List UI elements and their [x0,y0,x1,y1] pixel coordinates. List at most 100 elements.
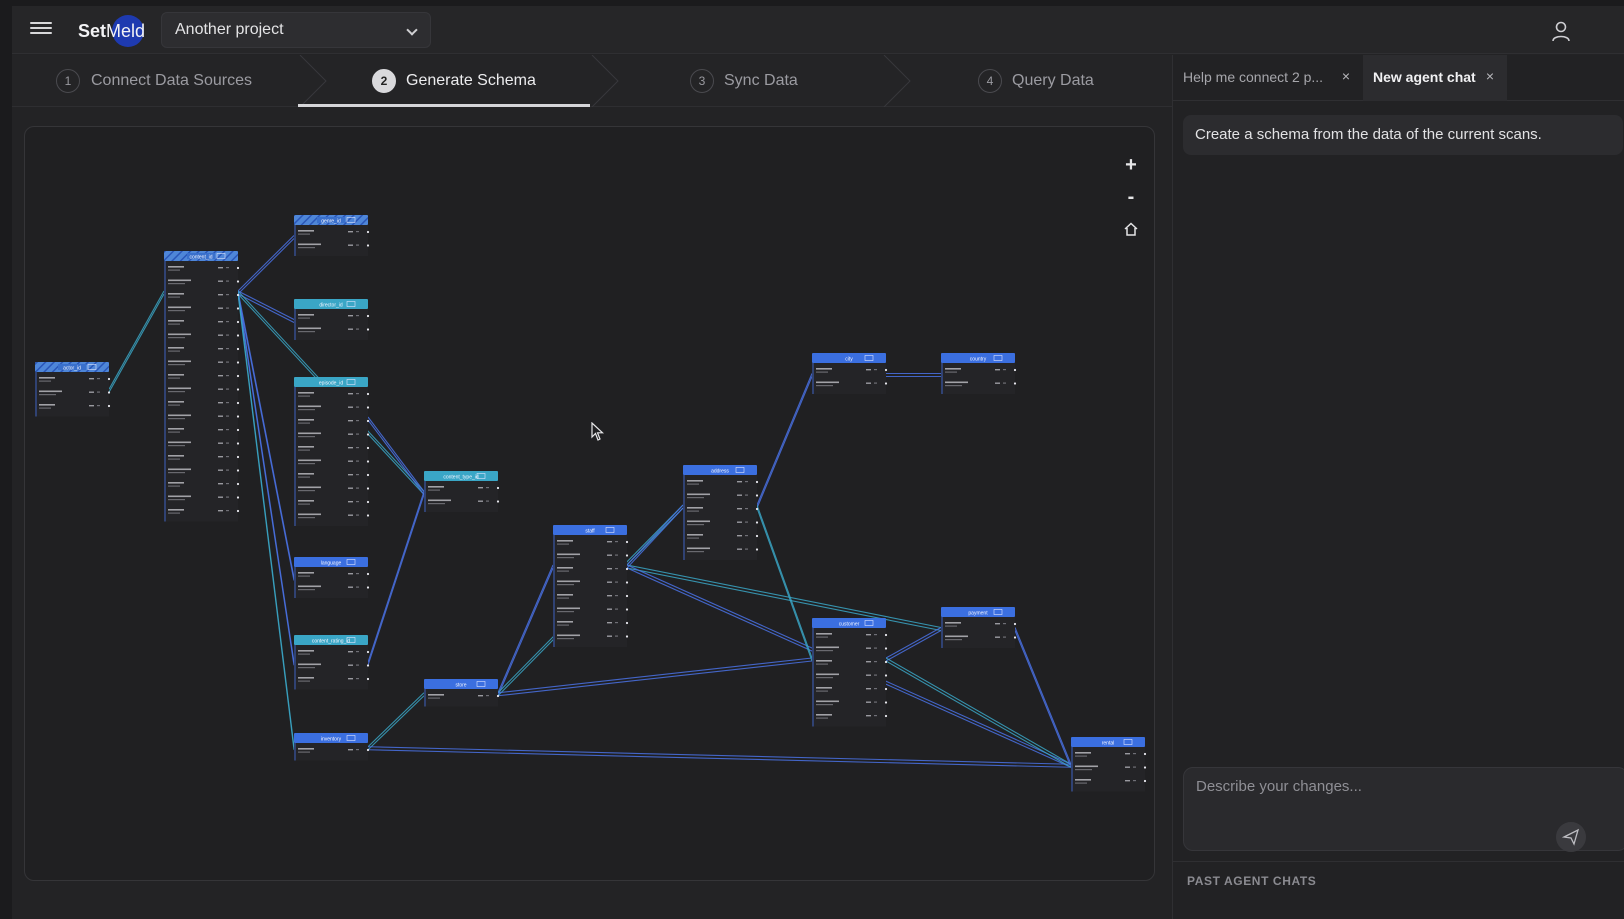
column-handle[interactable] [755,521,759,524]
close-icon[interactable]: × [1339,69,1353,83]
table-language[interactable]: language [294,557,370,598]
table-customer[interactable]: customer [812,618,888,727]
zoom-in-button[interactable]: + [1119,153,1143,177]
column-handle[interactable] [107,391,111,394]
column-handle[interactable] [884,368,888,372]
column-handle[interactable] [366,419,370,423]
column-handle[interactable] [884,701,888,704]
menu-icon[interactable] [30,19,52,39]
table-address[interactable]: address [683,465,759,560]
column-handle[interactable] [366,460,370,463]
tab-new-agent-chat[interactable]: New agent chat × [1363,55,1507,101]
column-handle[interactable] [366,650,370,654]
column-handle[interactable] [366,664,370,667]
column-handle[interactable] [625,635,629,638]
user-icon[interactable] [1550,20,1572,42]
table-inventory[interactable]: inventory [294,733,370,761]
column-handle[interactable] [236,509,240,513]
column-handle[interactable] [1143,766,1147,769]
column-handle[interactable] [236,442,240,445]
table-content_rating_id[interactable]: content_rating_id [294,635,370,690]
column-handle[interactable] [236,455,240,459]
column-handle[interactable] [107,404,111,408]
home-icon[interactable] [1123,221,1139,237]
column-handle[interactable] [755,548,759,551]
schema-canvas[interactable]: actor_id content_id genre_id director_idepi… [24,126,1155,881]
column-handle[interactable] [366,500,370,504]
column-handle[interactable] [366,314,370,318]
column-handle[interactable] [1143,779,1147,783]
column-handle[interactable] [366,446,370,450]
column-handle[interactable] [625,567,629,571]
column-handle[interactable] [236,401,240,405]
column-handle[interactable] [884,687,888,691]
column-handle[interactable] [236,415,240,418]
chat-composer[interactable]: Describe your changes... [1183,767,1624,852]
column-handle[interactable] [366,392,370,396]
column-handle[interactable] [236,334,240,337]
table-content_type_id[interactable]: content_type_id [424,471,500,512]
column-handle[interactable] [1143,752,1147,756]
column-handle[interactable] [366,473,370,477]
step-query-data[interactable]: 4 Query Data [978,55,1118,107]
column-handle[interactable] [366,514,370,517]
step-connect-data-sources[interactable]: 1 Connect Data Sources [56,55,306,107]
column-handle[interactable] [236,469,240,472]
table-rental[interactable]: rental [1071,737,1147,792]
column-handle[interactable] [366,244,370,247]
column-handle[interactable] [496,694,500,698]
column-handle[interactable] [884,714,888,718]
table-country[interactable]: country [941,353,1017,394]
step-sync-data[interactable]: 3 Sync Data [690,55,830,107]
column-handle[interactable] [1013,636,1017,639]
column-handle[interactable] [366,433,370,436]
column-handle[interactable] [236,280,240,283]
table-genre_id[interactable]: genre_id [294,215,370,256]
column-handle[interactable] [884,633,888,637]
column-handle[interactable] [755,534,759,538]
column-handle[interactable] [236,428,240,432]
column-handle[interactable] [236,347,240,351]
column-handle[interactable] [1013,622,1017,626]
column-handle[interactable] [236,388,240,391]
table-payment[interactable]: payment [941,607,1017,648]
table-actor_id[interactable]: actor_id [35,362,111,417]
table-content_id[interactable]: content_id [164,251,240,522]
column-handle[interactable] [236,361,240,364]
step-generate-schema[interactable]: 2 Generate Schema [372,55,592,107]
column-handle[interactable] [884,660,888,664]
close-icon[interactable]: × [1483,69,1497,83]
column-handle[interactable] [755,507,759,511]
table-store[interactable]: store [424,679,500,707]
column-handle[interactable] [625,554,629,557]
column-handle[interactable] [755,494,759,497]
tab-help-me-connect[interactable]: Help me connect 2 p... × [1173,55,1363,101]
column-handle[interactable] [625,581,629,584]
column-handle[interactable] [366,328,370,331]
column-handle[interactable] [366,677,370,681]
table-episode_id[interactable]: episode_id [294,377,370,526]
send-icon[interactable] [1556,822,1586,852]
column-handle[interactable] [236,293,240,297]
column-handle[interactable] [366,406,370,409]
project-select[interactable]: Another project [161,12,431,48]
column-handle[interactable] [236,374,240,378]
column-handle[interactable] [236,320,240,324]
column-handle[interactable] [366,748,370,752]
column-handle[interactable] [496,500,500,503]
column-handle[interactable] [625,594,629,598]
column-handle[interactable] [236,266,240,270]
column-handle[interactable] [884,647,888,650]
column-handle[interactable] [625,540,629,544]
zoom-out-button[interactable]: - [1119,185,1143,209]
column-handle[interactable] [884,674,888,677]
column-handle[interactable] [625,621,629,625]
table-director_id[interactable]: director_id [294,299,370,340]
column-handle[interactable] [107,377,111,381]
column-handle[interactable] [366,586,370,589]
column-handle[interactable] [236,482,240,486]
column-handle[interactable] [366,572,370,576]
column-handle[interactable] [236,496,240,499]
table-city[interactable]: city [812,353,888,394]
column-handle[interactable] [236,307,240,310]
